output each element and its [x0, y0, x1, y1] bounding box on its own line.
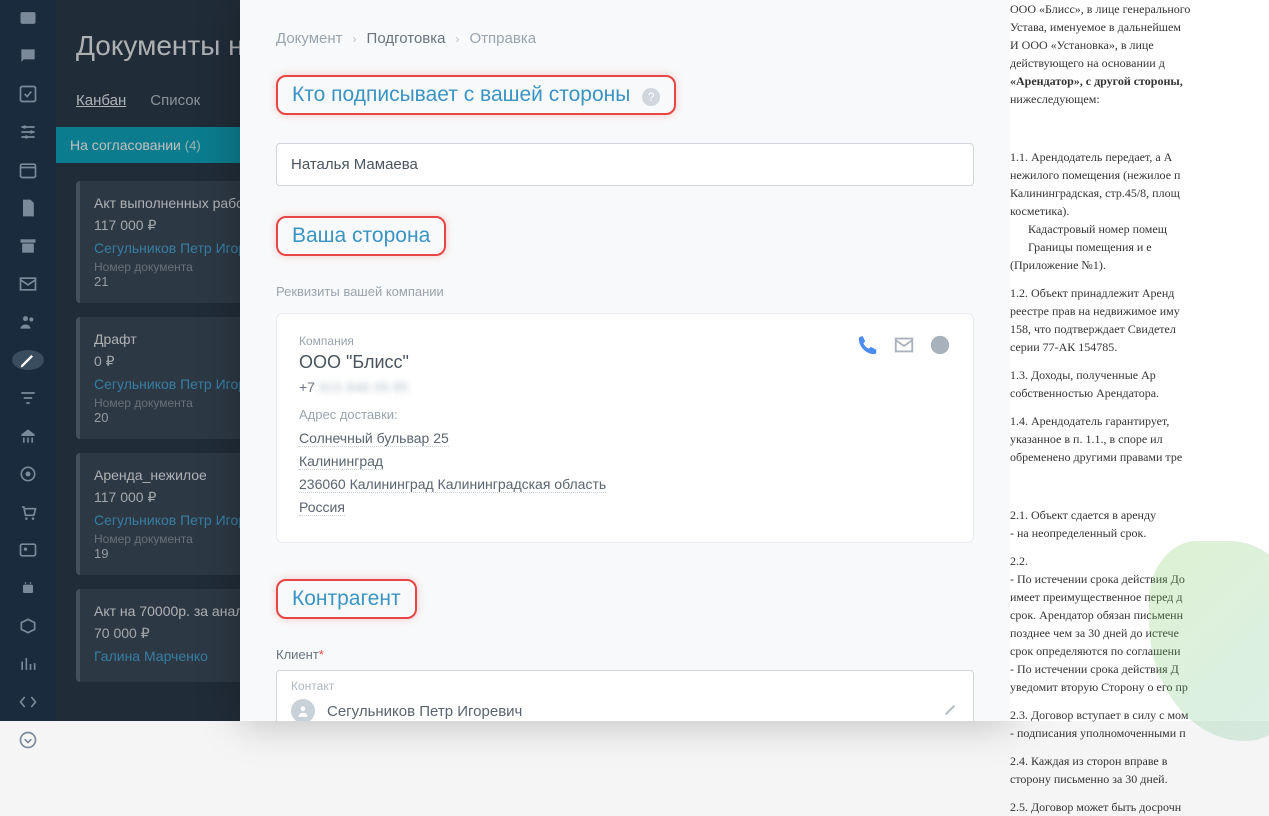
nav-icon-mail[interactable]	[16, 274, 40, 294]
breadcrumb-step-send[interactable]: Отправка	[470, 30, 537, 47]
nav-icon-pen-active[interactable]	[12, 350, 44, 370]
contact-sublabel: Контакт	[281, 675, 969, 693]
nav-icon-calendar[interactable]	[16, 160, 40, 180]
nav-icon-bank[interactable]	[16, 426, 40, 446]
signer-input[interactable]	[276, 143, 974, 186]
edit-icon[interactable]	[943, 701, 959, 722]
nav-icon-card[interactable]	[16, 8, 40, 28]
mail-icon[interactable]	[893, 334, 915, 356]
your-company-sublabel: Реквизиты вашей компании	[276, 284, 974, 299]
nav-icon-id[interactable]	[16, 540, 40, 560]
company-card: Компания ООО "Блисс" +7 915 846 09 85 Ад…	[276, 313, 974, 543]
chevron-right-icon: ›	[353, 32, 357, 46]
section-signer-heading: Кто подписывает с вашей стороны ?	[276, 75, 676, 115]
nav-icon-check[interactable]	[16, 84, 40, 104]
nav-icon-archive[interactable]	[16, 236, 40, 256]
nav-icon-filter[interactable]	[16, 388, 40, 408]
company-label: Компания	[299, 334, 951, 348]
client-field-label: Клиент*	[276, 647, 974, 662]
nav-sidebar	[0, 0, 56, 721]
nav-icon-chart[interactable]	[16, 654, 40, 674]
nav-icon-users[interactable]	[16, 312, 40, 332]
nav-icon-chevron-down[interactable]	[16, 730, 40, 750]
contact-name: Сегульников Петр Игоревич	[327, 703, 943, 720]
nav-icon-target[interactable]	[16, 464, 40, 484]
building-icon[interactable]	[929, 334, 951, 356]
address-label: Адрес доставки:	[299, 407, 951, 422]
phone-icon[interactable]	[857, 334, 879, 356]
address-line[interactable]: 236060 Калининград Калининградская облас…	[299, 476, 606, 493]
avatar-icon	[291, 699, 315, 721]
address-line[interactable]: Россия	[299, 499, 345, 516]
address-line[interactable]: Калининград	[299, 453, 383, 470]
tab-kanban[interactable]: Канбан	[76, 92, 126, 109]
chevron-right-icon: ›	[456, 32, 460, 46]
nav-icon-chat[interactable]	[16, 46, 40, 66]
document-preview: ООО «Блисс», в лице генеральногоУстава, …	[1010, 0, 1269, 721]
address-line[interactable]: Солнечный бульвар 25	[299, 430, 449, 447]
nav-icon-sliders[interactable]	[16, 122, 40, 142]
nav-icon-android[interactable]	[16, 578, 40, 598]
company-name: ООО "Блисс"	[299, 352, 951, 373]
company-phone: +7 915 846 09 85	[299, 379, 951, 395]
tab-list[interactable]: Список	[150, 92, 200, 109]
document-prepare-modal: Документ › Подготовка › Отправка Кто под…	[240, 0, 1010, 721]
nav-icon-box[interactable]	[16, 616, 40, 636]
section-your-side-heading: Ваша сторона	[276, 216, 446, 256]
nav-icon-cart[interactable]	[16, 502, 40, 522]
help-icon[interactable]: ?	[642, 88, 660, 106]
nav-icon-file[interactable]	[16, 198, 40, 218]
client-contact-field[interactable]: Контакт Сегульников Петр Игоревич	[276, 670, 974, 721]
nav-icon-code[interactable]	[16, 692, 40, 712]
breadcrumb-step-document[interactable]: Документ	[276, 30, 343, 47]
breadcrumb: Документ › Подготовка › Отправка	[276, 30, 974, 47]
section-counterparty-heading: Контрагент	[276, 579, 417, 619]
breadcrumb-step-prepare[interactable]: Подготовка	[367, 30, 446, 47]
